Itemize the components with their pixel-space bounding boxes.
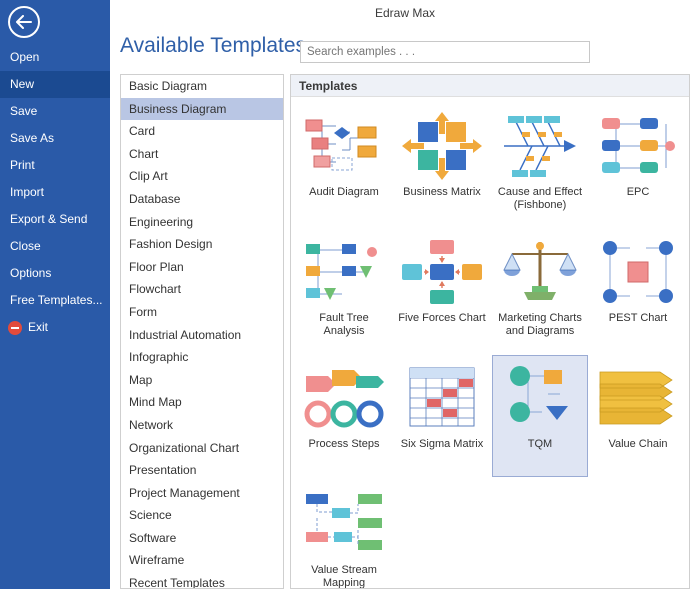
template-label: Fault Tree Analysis bbox=[319, 312, 369, 337]
category-item-floor-plan[interactable]: Floor Plan bbox=[121, 256, 283, 279]
category-item-fashion-design[interactable]: Fashion Design bbox=[121, 233, 283, 256]
sidebar-item-new[interactable]: New bbox=[0, 71, 110, 98]
category-item-software[interactable]: Software bbox=[121, 527, 283, 550]
template-label: TQM bbox=[527, 438, 553, 450]
sidebar: Open New Save Save As Print Import Export & Se… bbox=[0, 0, 110, 589]
exit-icon bbox=[8, 320, 22, 335]
template-cell-tqm[interactable]: TQM bbox=[492, 355, 588, 477]
page-title: Available Templates bbox=[120, 34, 307, 57]
category-item-presentation[interactable]: Presentation bbox=[121, 459, 283, 482]
template-label: PEST Chart bbox=[608, 312, 668, 324]
category-item-industrial-automation[interactable]: Industrial Automation bbox=[121, 324, 283, 347]
category-item-card[interactable]: Card bbox=[121, 120, 283, 143]
template-cell-pest-chart[interactable]: PEST Chart bbox=[590, 229, 686, 351]
category-item-network[interactable]: Network bbox=[121, 414, 283, 437]
template-label: EPC bbox=[626, 186, 650, 198]
sidebar-item-options[interactable]: Options bbox=[0, 260, 110, 287]
value-chain-thumb bbox=[596, 362, 680, 434]
marketing-charts-thumb bbox=[498, 236, 582, 308]
audit-diagram-thumb bbox=[302, 110, 386, 182]
template-label: Business Matrix bbox=[403, 186, 481, 198]
sidebar-item-save[interactable]: Save bbox=[0, 98, 110, 125]
sidebar-item-print[interactable]: Print bbox=[0, 152, 110, 179]
sidebar-item-close[interactable]: Close bbox=[0, 233, 110, 260]
template-cell-process-steps[interactable]: Process Steps bbox=[296, 355, 392, 477]
search-input[interactable] bbox=[300, 41, 590, 63]
category-item-mind-map[interactable]: Mind Map bbox=[121, 391, 283, 414]
template-label: Marketing Charts and Diagrams bbox=[498, 312, 582, 337]
template-cell-value-stream-mapping[interactable]: Value Stream Mapping bbox=[296, 481, 392, 589]
window-title: Edraw Max bbox=[374, 6, 436, 20]
category-item-organizational-chart[interactable]: Organizational Chart bbox=[121, 437, 283, 460]
template-cell-marketing-charts-and-diagrams[interactable]: Marketing Charts and Diagrams bbox=[492, 229, 588, 351]
sidebar-item-label: Exit bbox=[28, 320, 49, 334]
templates-grid: Audit Diagram Business Matrix Cause and … bbox=[291, 97, 689, 589]
sidebar-item-export-send[interactable]: Export & Send bbox=[0, 206, 110, 233]
fishbone-thumb bbox=[498, 110, 582, 182]
sidebar-item-save-as[interactable]: Save As bbox=[0, 125, 110, 152]
process-steps-thumb bbox=[302, 362, 386, 434]
category-item-chart[interactable]: Chart bbox=[121, 143, 283, 166]
template-label: Value Chain bbox=[608, 438, 668, 450]
category-item-business-diagram[interactable]: Business Diagram bbox=[121, 97, 283, 121]
template-cell-value-chain[interactable]: Value Chain bbox=[590, 355, 686, 477]
tqm-thumb bbox=[498, 362, 582, 434]
category-item-wireframe[interactable]: Wireframe bbox=[121, 549, 283, 572]
business-matrix-thumb bbox=[400, 110, 484, 182]
category-item-basic-diagram[interactable]: Basic Diagram bbox=[121, 75, 283, 98]
category-item-recent-templates[interactable]: Recent Templates bbox=[121, 572, 283, 588]
template-label: Process Steps bbox=[308, 438, 380, 450]
category-item-form[interactable]: Form bbox=[121, 301, 283, 324]
value-stream-thumb bbox=[302, 488, 386, 560]
pest-chart-thumb bbox=[596, 236, 680, 308]
template-cell-six-sigma-matrix[interactable]: Six Sigma Matrix bbox=[394, 355, 490, 477]
epc-thumb bbox=[596, 110, 680, 182]
sidebar-item-open[interactable]: Open bbox=[0, 44, 110, 71]
template-label: Audit Diagram bbox=[309, 186, 379, 198]
category-item-infographic[interactable]: Infographic bbox=[121, 346, 283, 369]
sidebar-menu: Open New Save Save As Print Import Export & Se… bbox=[0, 44, 110, 341]
sidebar-item-free-templates[interactable]: Free Templates... bbox=[0, 287, 110, 314]
template-cell-fault-tree-analysis[interactable]: Fault Tree Analysis bbox=[296, 229, 392, 351]
template-label: Six Sigma Matrix bbox=[400, 438, 484, 450]
category-item-flowchart[interactable]: Flowchart bbox=[121, 278, 283, 301]
templates-panel-title: Templates bbox=[291, 75, 689, 97]
template-label: Value Stream Mapping bbox=[311, 564, 377, 589]
template-label: Cause and Effect (Fishbone) bbox=[497, 186, 583, 211]
template-cell-cause-and-effect-fishbone[interactable]: Cause and Effect (Fishbone) bbox=[492, 103, 588, 225]
template-cell-business-matrix[interactable]: Business Matrix bbox=[394, 103, 490, 225]
template-cell-audit-diagram[interactable]: Audit Diagram bbox=[296, 103, 392, 225]
sidebar-item-exit[interactable]: Exit bbox=[0, 314, 110, 341]
six-sigma-thumb bbox=[400, 362, 484, 434]
fault-tree-thumb bbox=[302, 236, 386, 308]
template-cell-five-forces-chart[interactable]: Five Forces Chart bbox=[394, 229, 490, 351]
category-item-engineering[interactable]: Engineering bbox=[121, 211, 283, 234]
titlebar: Edraw Max bbox=[110, 0, 700, 26]
sidebar-item-import[interactable]: Import bbox=[0, 179, 110, 206]
five-forces-thumb bbox=[400, 236, 484, 308]
templates-panel: Templates Audit Diagram Business Matrix … bbox=[290, 74, 690, 589]
category-list[interactable]: Basic Diagram Business Diagram Card Chart Cl… bbox=[120, 74, 284, 589]
page-header: Available Templates bbox=[110, 26, 700, 74]
category-item-database[interactable]: Database bbox=[121, 188, 283, 211]
edraw-start-screen: Edraw Max Open New Save Save As Print Import E… bbox=[0, 0, 700, 589]
category-item-project-management[interactable]: Project Management bbox=[121, 482, 283, 505]
back-arrow-icon[interactable] bbox=[8, 6, 40, 38]
category-item-map[interactable]: Map bbox=[121, 369, 283, 392]
category-item-science[interactable]: Science bbox=[121, 504, 283, 527]
template-cell-epc[interactable]: EPC bbox=[590, 103, 686, 225]
main-content: Available Templates Basic DiagramBusines… bbox=[110, 26, 700, 589]
category-item-clip-art[interactable]: Clip Art bbox=[121, 165, 283, 188]
template-label: Five Forces Chart bbox=[398, 312, 486, 324]
